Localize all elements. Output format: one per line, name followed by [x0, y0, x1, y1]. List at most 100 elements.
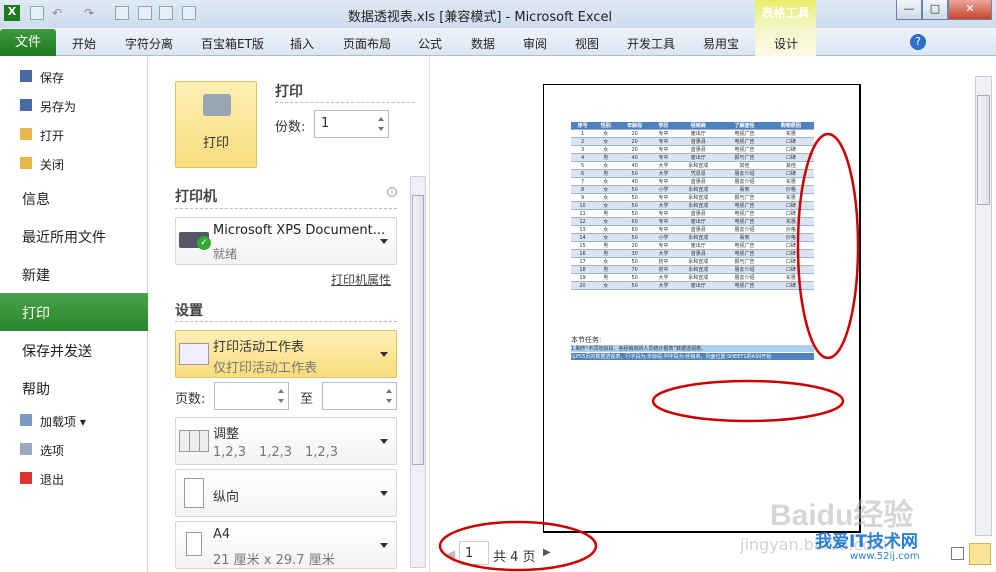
nav-recent[interactable]: 最近所用文件 — [22, 227, 106, 247]
tab-char-split[interactable]: 字符分离 — [125, 35, 173, 52]
print-button[interactable]: 打印 — [175, 81, 257, 168]
nav-info[interactable]: 信息 — [22, 189, 50, 209]
next-page-button[interactable]: ▶ — [543, 547, 551, 558]
undo-icon[interactable]: ↶ — [52, 6, 66, 20]
collate-dropdown[interactable]: 调整 1,2,3 1,2,3 1,2,3 — [175, 417, 397, 465]
nav-send[interactable]: 保存并发送 — [22, 341, 92, 361]
tab-formulas[interactable]: 公式 — [418, 35, 442, 52]
preview-cell: 20 — [617, 145, 652, 155]
redo-icon[interactable]: ↷ — [84, 6, 98, 20]
preview-cell: 40 — [617, 161, 652, 171]
preview-table-row: 3 女 20 专中 首惠县 电视广告 口碑 — [571, 145, 814, 155]
prev-page-button[interactable]: ◀ — [446, 547, 455, 561]
window-title: 数据透视表.xls [兼容模式] - Microsoft Excel — [347, 10, 613, 25]
preview-cell: 50 — [617, 185, 652, 195]
minimize-button[interactable]: — — [896, 0, 922, 20]
close-button[interactable]: ✕ — [948, 0, 992, 20]
preview-cell: 专中 — [651, 153, 676, 163]
preview-cell: 女 — [594, 137, 618, 147]
paper-size-dropdown[interactable]: A4 21 厘米 x 29.7 厘米 — [175, 521, 397, 569]
preview-cell: 电视广告 — [721, 137, 768, 147]
paste-icon[interactable] — [182, 6, 196, 20]
tab-data[interactable]: 数据 — [471, 35, 495, 52]
nav-options[interactable]: 选项 — [20, 442, 64, 459]
tab-view[interactable]: 视图 — [575, 35, 599, 52]
printer-properties-link[interactable]: 打印机属性 — [331, 271, 391, 288]
tab-insert[interactable]: 插入 — [290, 35, 314, 52]
tab-page-layout[interactable]: 页面布局 — [343, 35, 391, 52]
preview-cell: 专中 — [651, 193, 676, 203]
tab-toolbox[interactable]: 百宝箱ET版 — [201, 35, 264, 52]
preview-cell: 凭恩恩 — [675, 169, 722, 179]
print-scope-dropdown[interactable]: 打印活动工作表 仅打印活动工作表 — [175, 330, 397, 378]
preview-table: 序号 性别 年龄段 学历 经销商 了解途径 购物原因 1 女 20 专中 废出厅 电视广告 实惠 2 女 20 专… — [571, 122, 814, 291]
maximize-button[interactable]: □ — [922, 0, 948, 20]
preview-cell: 女 — [594, 185, 618, 195]
orientation-dropdown[interactable]: 纵向 — [175, 469, 397, 517]
form-icon[interactable] — [159, 6, 173, 20]
preview-cell: 专中 — [651, 177, 676, 187]
tab-file[interactable]: 文件 — [0, 29, 56, 56]
nav-close[interactable]: 关闭 — [20, 156, 64, 173]
tab-easy[interactable]: 易用宝 — [703, 35, 739, 52]
nav-addins[interactable]: 加载项 ▾ — [20, 413, 86, 430]
preview-cell: 朋友介绍 — [721, 177, 768, 187]
printer-heading: 打印机 — [175, 189, 217, 205]
preview-cell: 报刊广告 — [721, 193, 768, 203]
divider — [275, 102, 415, 103]
preview-header-cell: 年龄段 — [617, 122, 652, 131]
preview-table-row: 6 男 50 大学 凭恩恩 朋友介绍 口碑 — [571, 169, 814, 179]
sort-icon[interactable] — [138, 6, 152, 20]
addins-icon — [20, 414, 32, 426]
preview-cell: 大学 — [651, 249, 676, 259]
pages-from-input[interactable] — [214, 382, 289, 410]
info-icon[interactable]: i — [387, 187, 397, 197]
printer-dropdown[interactable]: ✓ Microsoft XPS Document... 就绪 — [175, 217, 397, 265]
pages-to-input[interactable] — [322, 382, 397, 410]
preview-table-row: 19 男 50 大学 永和宣成 朋友介绍 实惠 — [571, 273, 814, 283]
preview-cell: 50 — [617, 201, 652, 211]
preview-cell: 废出厅 — [675, 153, 722, 163]
nav-print[interactable]: 打印 — [0, 293, 148, 331]
preview-table-row: 7 女 40 专中 首惠县 朋友介绍 实惠 — [571, 177, 814, 187]
preview-cell: 初中 — [651, 257, 676, 267]
preview-scrollbar[interactable] — [975, 76, 992, 536]
preview-cell: 永和宣成 — [675, 185, 722, 195]
nav-new[interactable]: 新建 — [22, 265, 50, 285]
preview-cell: 男 — [594, 249, 618, 259]
preview-cell: 首惠县 — [675, 225, 722, 235]
help-icon[interactable]: ? — [910, 34, 926, 50]
nav-open[interactable]: 打开 — [20, 127, 64, 144]
nav-save[interactable]: 保存 — [20, 69, 64, 86]
preview-cell: 实惠 — [767, 217, 814, 227]
preview-cell: 小学 — [651, 233, 676, 243]
tab-home[interactable]: 开始 — [72, 35, 96, 52]
tab-developer[interactable]: 开发工具 — [627, 35, 675, 52]
preview-header-cell: 购物原因 — [767, 122, 814, 131]
nav-help[interactable]: 帮助 — [22, 379, 50, 399]
preview-cell: 专中 — [651, 129, 676, 139]
worksheet-icon — [179, 343, 209, 365]
preview-cell: 首惠县 — [675, 209, 722, 219]
save-icon[interactable] — [30, 6, 44, 20]
page-number-input[interactable]: 1 — [459, 541, 489, 565]
nav-save-as[interactable]: 另存为 — [20, 98, 76, 115]
preview-cell: 2 — [571, 137, 595, 147]
camera-icon[interactable] — [115, 6, 129, 20]
preview-cell: 18 — [571, 265, 595, 275]
preview-cell: 报刊广告 — [721, 153, 768, 163]
nav-exit[interactable]: 退出 — [20, 471, 64, 488]
show-margins-button[interactable] — [951, 547, 964, 560]
preview-cell: 实惠 — [767, 129, 814, 139]
task-line-2: 以P55页的数据透视表，行字段为:年龄段;列字段为:经销商，页面位置:SHEET… — [571, 353, 814, 360]
preview-cell: 看到 — [721, 185, 768, 195]
tab-design[interactable]: 设计 — [774, 35, 798, 52]
settings-scrollbar[interactable] — [410, 176, 426, 568]
zoom-page-button[interactable] — [969, 543, 991, 565]
preview-cell: 男 — [594, 153, 618, 163]
copies-input[interactable]: 1 — [314, 110, 389, 138]
preview-header-cell: 经销商 — [675, 122, 722, 131]
tab-review[interactable]: 审阅 — [523, 35, 547, 52]
preview-cell: 朋友介绍 — [721, 273, 768, 283]
preview-cell: 女 — [594, 177, 618, 187]
